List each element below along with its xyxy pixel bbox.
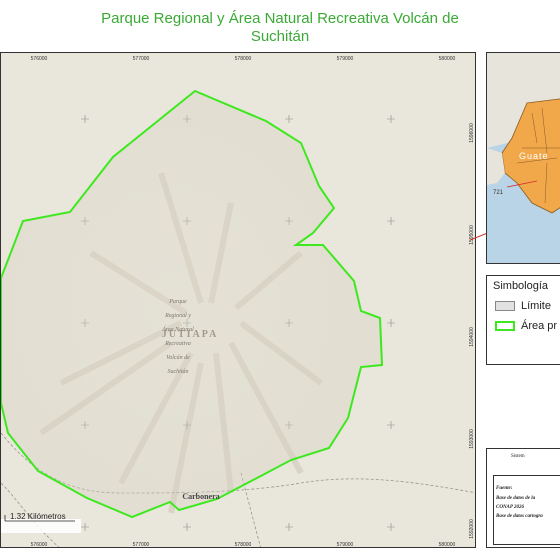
map-title-line-2: Suchitán (250, 28, 310, 45)
info-panel: Sistem Fuente: Base de datos de la CONAP… (486, 448, 560, 548)
main-map[interactable]: JUTIAPA Parque Regional y Área Natural R… (0, 52, 476, 548)
area-label-line-5: Volcán de (166, 355, 190, 361)
area-label-line-2: Regional y (164, 313, 191, 319)
area-label-line-6: Suchitán (168, 369, 189, 375)
locator-inset-canvas: Guate 721 (487, 53, 560, 263)
source-line-3: Base de datos cartogra (496, 514, 543, 519)
locator-inset-map[interactable]: Guate 721 (486, 52, 560, 264)
town-label-carbonera: Carbonera (182, 492, 219, 501)
y-tick: 1592000 (469, 519, 475, 539)
legend-label-protected-area: Área pr (521, 320, 558, 332)
inset-country-label: Guate (519, 151, 549, 161)
source-line-1: Base de datos de la (496, 496, 536, 501)
x-tick-top: 577000 (133, 56, 150, 62)
legend-item-limit: Límite (495, 300, 551, 314)
x-tick-top: 580000 (439, 56, 456, 62)
x-tick-bottom: 576000 (31, 542, 48, 548)
area-label-line-4: Recreativa (164, 341, 191, 347)
source-box: Fuente: Base de datos de la CONAP 2026 B… (493, 475, 560, 545)
main-map-canvas[interactable]: JUTIAPA Parque Regional y Área Natural R… (1, 53, 476, 548)
legend-swatch-limit (495, 301, 515, 312)
legend-swatch-protected-area (495, 321, 515, 332)
y-tick: 1596000 (469, 123, 475, 143)
x-tick-bottom: 578000 (235, 542, 252, 548)
legend-title: Simbología (493, 280, 549, 292)
source-label: Fuente: (496, 486, 513, 491)
area-label-line-1: Parque (168, 299, 187, 305)
coordinate-system-label: Sistem (511, 454, 525, 459)
inset-road-label: 721 (493, 190, 504, 196)
scale-label: 1.32 Kilómetros (10, 512, 66, 521)
x-tick-bottom: 577000 (133, 542, 150, 548)
source-line-2: CONAP 2026 (496, 505, 525, 510)
map-title: Parque Regional y Área Natural Recreativ… (0, 10, 560, 46)
legend-panel: Simbología Límite Área pr (486, 275, 560, 365)
x-tick-top: 579000 (337, 56, 354, 62)
area-label-line-3: Área Natural (161, 325, 194, 333)
y-tick: 1594000 (469, 327, 475, 347)
y-tick: 1593000 (469, 429, 475, 449)
x-tick-bottom: 579000 (337, 542, 354, 548)
x-tick-top: 576000 (31, 56, 48, 62)
x-tick-top: 578000 (235, 56, 252, 62)
legend-label-limit: Límite (521, 300, 551, 312)
legend-item-protected-area: Área pr (495, 320, 557, 334)
map-title-line-1: Parque Regional y Área Natural Recreativ… (101, 10, 459, 27)
x-tick-bottom: 580000 (439, 542, 456, 548)
